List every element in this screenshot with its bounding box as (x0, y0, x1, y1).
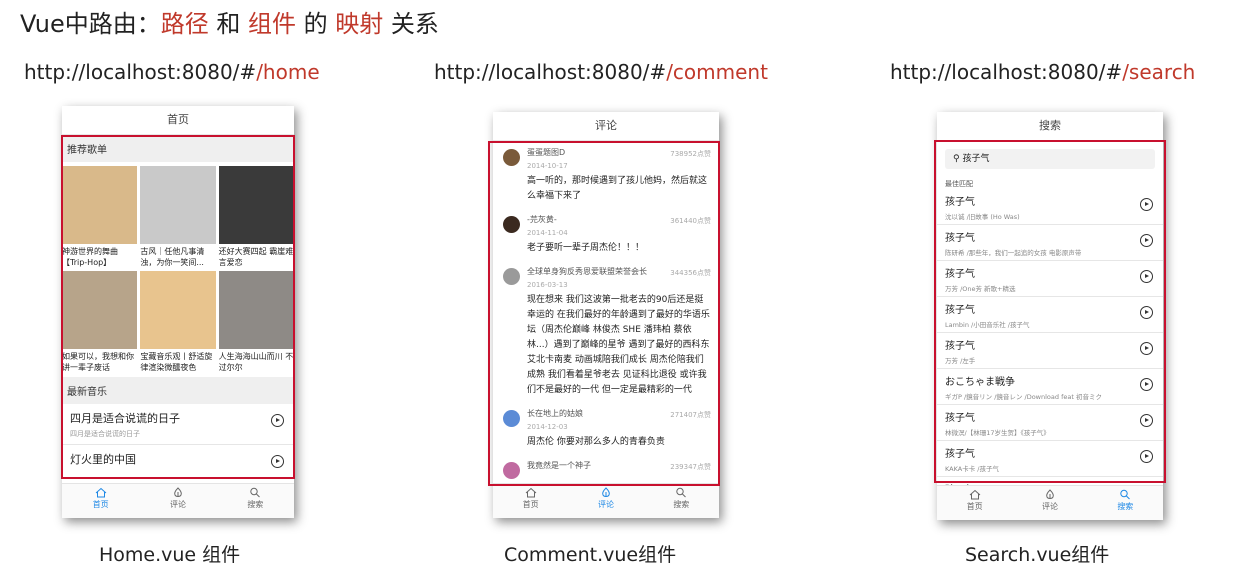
tab-comment[interactable]: 评论 (568, 484, 643, 518)
home-header: 首页 (62, 106, 294, 135)
home-icon (95, 487, 106, 498)
comment-icon (174, 487, 182, 497)
home-icon (525, 487, 536, 498)
tab-comment[interactable]: 评论 (1012, 486, 1087, 520)
tab-search[interactable]: 搜索 (217, 484, 294, 518)
comment-header: 评论 (493, 112, 719, 141)
tab-label: 首页 (522, 500, 539, 509)
tab-label: 搜索 (247, 500, 264, 509)
url-base: http://localhost:8080/# (434, 60, 667, 84)
tab-label: 首页 (966, 502, 983, 511)
comment-tabbar: 首页 评论 搜索 (493, 483, 719, 518)
search-header: 搜索 (937, 112, 1163, 141)
search-icon (676, 487, 687, 498)
slide-title: Vue中路由：路径 和 组件 的 映射 关系 (20, 4, 439, 39)
title-path: 路径 (160, 10, 209, 38)
title-prefix: Vue中路由： (20, 10, 161, 38)
tab-label: 搜索 (673, 500, 690, 509)
tab-comment[interactable]: 评论 (139, 484, 216, 518)
url-comment: http://localhost:8080/#/comment (434, 60, 768, 84)
search-icon (250, 487, 261, 498)
tab-label: 评论 (1041, 502, 1058, 511)
url-search: http://localhost:8080/#/search (890, 60, 1195, 84)
search-router-view-highlight (934, 140, 1166, 483)
tab-search[interactable]: 搜索 (1088, 486, 1163, 520)
url-route: /home (256, 60, 320, 84)
home-tabbar: 首页 评论 搜索 (62, 483, 294, 518)
url-route: /search (1122, 60, 1196, 84)
url-route: /comment (666, 60, 768, 84)
home-icon (969, 489, 980, 500)
comment-icon (1046, 489, 1054, 499)
title-component: 组件 (248, 10, 297, 38)
title-de: 的 (296, 10, 336, 38)
tab-home[interactable]: 首页 (937, 486, 1012, 520)
search-tabbar: 首页 评论 搜索 (937, 485, 1163, 520)
tab-home[interactable]: 首页 (62, 484, 139, 518)
url-home: http://localhost:8080/#/home (24, 60, 320, 84)
url-base: http://localhost:8080/# (890, 60, 1123, 84)
caption-search: Search.vue组件 (965, 544, 1110, 566)
title-suffix: 关系 (383, 10, 439, 38)
tab-search[interactable]: 搜索 (644, 484, 719, 518)
comment-icon (602, 487, 610, 497)
caption-comment: Comment.vue组件 (504, 544, 677, 566)
home-router-view-highlight (61, 135, 295, 479)
tab-label: 搜索 (1117, 502, 1134, 511)
title-mapping: 映射 (335, 10, 384, 38)
caption-home: Home.vue 组件 (99, 544, 241, 566)
tab-home[interactable]: 首页 (493, 484, 568, 518)
title-and: 和 (208, 10, 249, 38)
url-base: http://localhost:8080/# (24, 60, 257, 84)
tab-label: 首页 (92, 500, 109, 509)
tab-label: 评论 (597, 500, 614, 509)
search-icon (1120, 489, 1131, 500)
comment-router-view-highlight (488, 141, 720, 486)
tab-label: 评论 (169, 500, 186, 509)
